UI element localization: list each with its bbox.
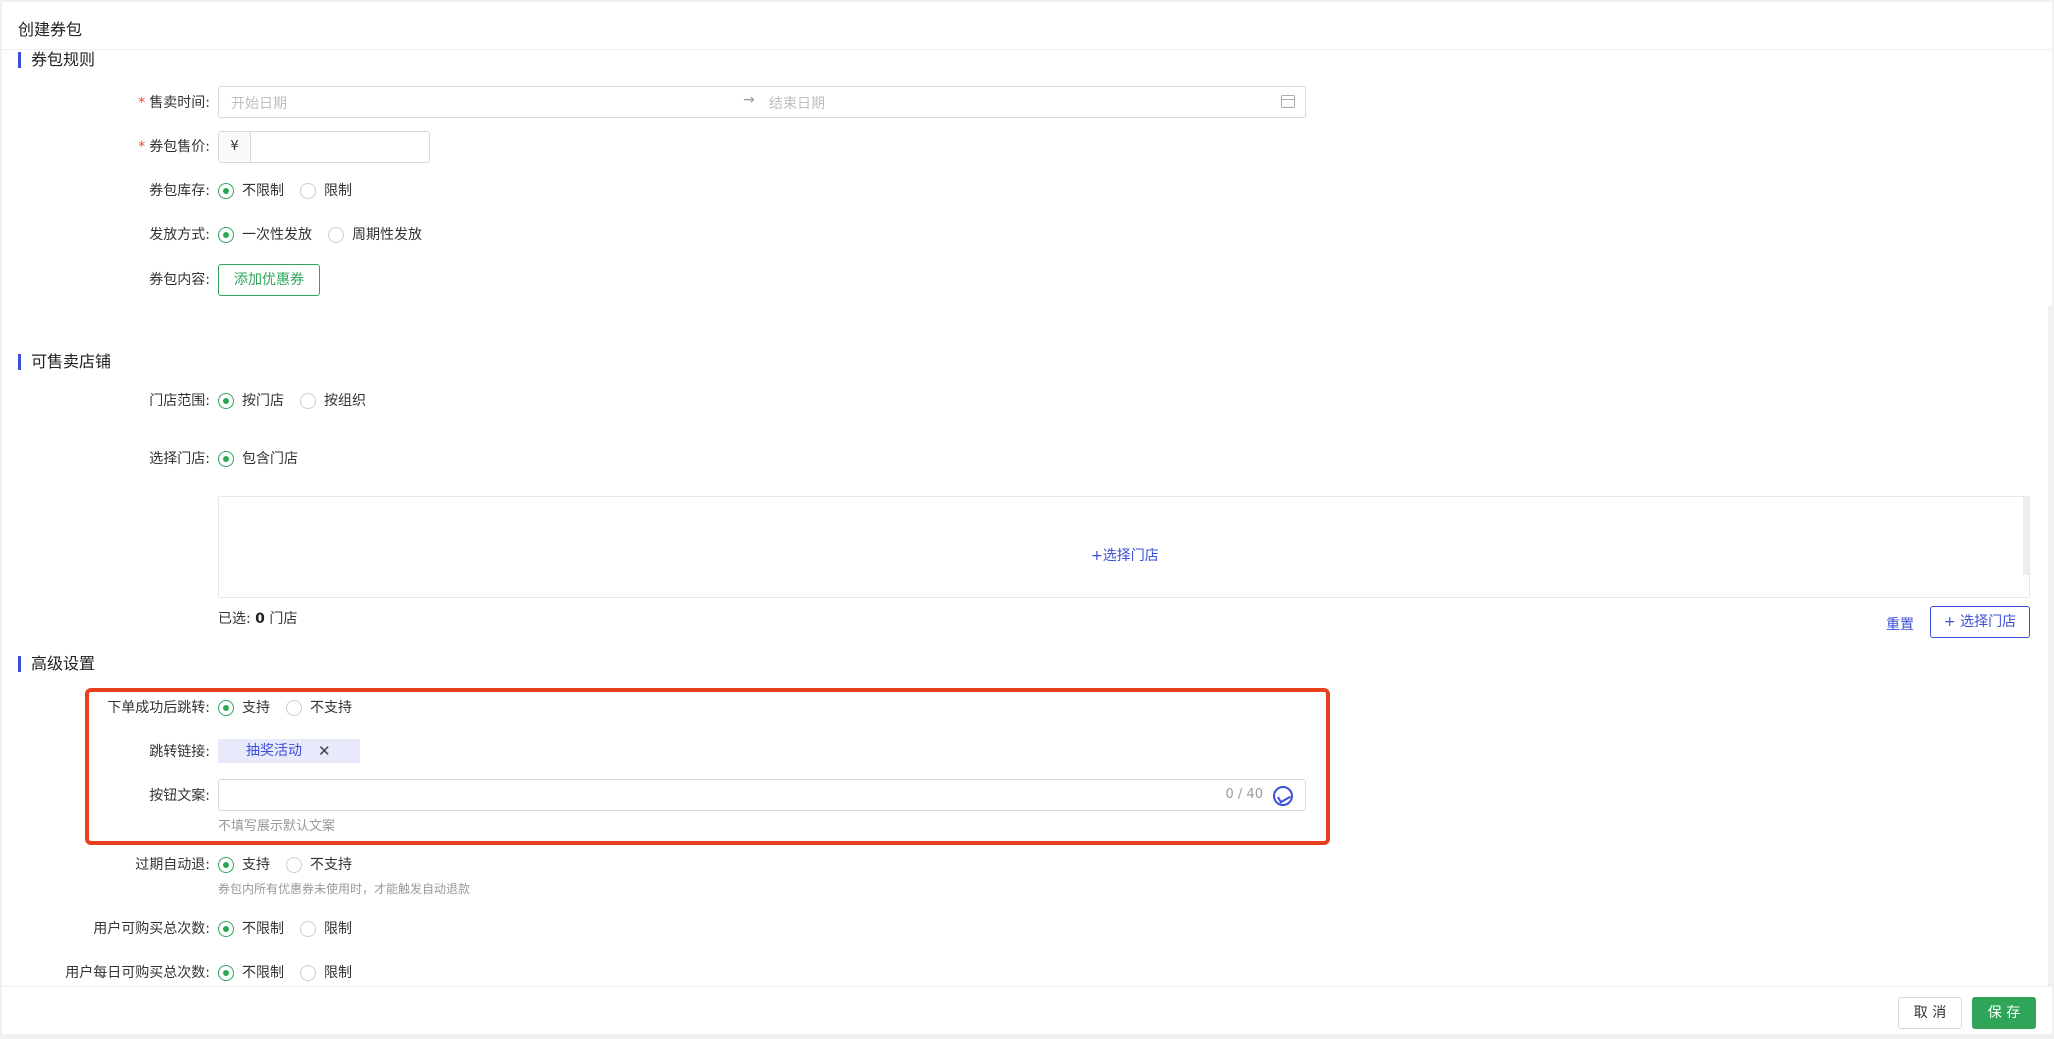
radio-unchecked-icon bbox=[300, 393, 316, 409]
page-title: 创建券包 bbox=[18, 20, 83, 39]
total-limit-label: 用户可购买总次数: bbox=[93, 921, 210, 937]
issue-radio-group: 一次性发放 周期性发放 bbox=[218, 225, 438, 245]
reset-link[interactable]: 重置 bbox=[1886, 614, 1914, 634]
radio-stock-unlimited[interactable]: 不限制 bbox=[218, 181, 284, 201]
store-select-box: +选择门店 bbox=[218, 496, 2030, 598]
add-coupon-button[interactable]: 添加优惠券 bbox=[218, 264, 320, 296]
auto-refund-label: 过期自动退: bbox=[135, 857, 210, 873]
radio-checked-icon bbox=[218, 700, 234, 716]
radio-by-store[interactable]: 按门店 bbox=[218, 391, 284, 411]
button-text-input[interactable]: 0 / 40 bbox=[218, 779, 1306, 811]
section-title-stores: 可售卖店铺 bbox=[18, 354, 111, 370]
select-store-label: 选择门店: bbox=[149, 451, 210, 467]
radio-checked-icon bbox=[218, 857, 234, 873]
jump-radio-group: 支持 不支持 bbox=[218, 698, 368, 718]
stock-radio-group: 不限制 限制 bbox=[218, 181, 368, 201]
jump-label: 下单成功后跳转: bbox=[107, 700, 210, 716]
store-scope-radio-group: 按门店 按组织 bbox=[218, 391, 382, 411]
jump-link-tag: 抽奖活动 ✕ bbox=[218, 739, 360, 763]
radio-refund-support[interactable]: 支持 bbox=[218, 855, 270, 875]
issue-label: 发放方式: bbox=[149, 227, 210, 243]
radio-checked-icon bbox=[218, 921, 234, 937]
radio-jump-support[interactable]: 支持 bbox=[218, 698, 270, 718]
page-scrollbar[interactable] bbox=[2048, 306, 2052, 986]
price-label: * 券包售价: bbox=[138, 139, 210, 155]
daily-limit-label: 用户每日可购买总次数: bbox=[65, 965, 210, 981]
store-box-scrollbar[interactable] bbox=[2023, 497, 2029, 575]
close-icon[interactable]: ✕ bbox=[318, 739, 331, 763]
button-text-hint: 不填写展示默认文案 bbox=[218, 819, 336, 834]
radio-unchecked-icon bbox=[286, 857, 302, 873]
radio-unchecked-icon bbox=[328, 227, 344, 243]
button-text-label: 按钮文案: bbox=[149, 788, 210, 804]
price-input[interactable] bbox=[252, 132, 428, 162]
auto-refund-hint: 券包内所有优惠券未使用时，才能触发自动退款 bbox=[218, 882, 471, 896]
footer-bar: 取 消 保 存 bbox=[2, 986, 2052, 1034]
sale-time-range-picker[interactable]: 开始日期 → 结束日期 bbox=[218, 86, 1306, 118]
total-limit-radio-group: 不限制 限制 bbox=[218, 919, 368, 939]
section-title-rules: 券包规则 bbox=[18, 52, 95, 68]
radio-unchecked-icon bbox=[300, 921, 316, 937]
radio-unchecked-icon bbox=[286, 700, 302, 716]
radio-issue-once[interactable]: 一次性发放 bbox=[218, 225, 312, 245]
select-store-radio-group: 包含门店 bbox=[218, 449, 314, 469]
header-bar: 创建券包 bbox=[2, 2, 2052, 50]
radio-stock-limited[interactable]: 限制 bbox=[300, 181, 352, 201]
select-store-link[interactable]: +选择门店 bbox=[1091, 545, 1159, 565]
cancel-button[interactable]: 取 消 bbox=[1898, 997, 1962, 1029]
radio-checked-icon bbox=[218, 227, 234, 243]
radio-checked-icon bbox=[218, 183, 234, 199]
radio-refund-unsupported[interactable]: 不支持 bbox=[286, 855, 352, 875]
arrow-right-icon: → bbox=[743, 92, 755, 108]
calendar-icon[interactable] bbox=[1281, 95, 1295, 108]
radio-checked-icon bbox=[218, 393, 234, 409]
char-counter: 0 / 40 bbox=[1225, 787, 1263, 802]
selected-store-count: 已选: 0 门店 bbox=[218, 611, 298, 627]
radio-checked-icon bbox=[218, 965, 234, 981]
stock-label: 券包库存: bbox=[149, 183, 210, 199]
radio-issue-periodic[interactable]: 周期性发放 bbox=[328, 225, 422, 245]
radio-checked-icon bbox=[218, 451, 234, 467]
page: 创建券包 券包规则 * 售卖时间: 开始日期 → 结束日期 * 券包售价: ¥ 券包… bbox=[2, 2, 2052, 1034]
currency-prefix: ¥ bbox=[219, 132, 251, 162]
save-button[interactable]: 保 存 bbox=[1972, 997, 2036, 1029]
select-store-button[interactable]: + 选择门店 bbox=[1930, 606, 2030, 638]
ai-assist-icon[interactable] bbox=[1273, 786, 1293, 806]
jump-link-tag-label: 抽奖活动 bbox=[246, 743, 302, 759]
radio-include-stores[interactable]: 包含门店 bbox=[218, 449, 298, 469]
radio-unchecked-icon bbox=[300, 183, 316, 199]
section-title-advanced: 高级设置 bbox=[18, 656, 95, 672]
end-date-placeholder[interactable]: 结束日期 bbox=[769, 93, 825, 113]
radio-unchecked-icon bbox=[300, 965, 316, 981]
radio-jump-unsupported[interactable]: 不支持 bbox=[286, 698, 352, 718]
price-field[interactable]: ¥ bbox=[218, 131, 430, 163]
radio-daily-unlimited[interactable]: 不限制 bbox=[218, 963, 284, 983]
radio-by-org[interactable]: 按组织 bbox=[300, 391, 366, 411]
radio-total-unlimited[interactable]: 不限制 bbox=[218, 919, 284, 939]
start-date-placeholder[interactable]: 开始日期 bbox=[231, 93, 287, 113]
auto-refund-radio-group: 支持 不支持 bbox=[218, 855, 368, 875]
content-label: 券包内容: bbox=[149, 272, 210, 288]
daily-limit-radio-group: 不限制 限制 bbox=[218, 963, 368, 983]
sale-time-label: * 售卖时间: bbox=[138, 95, 210, 111]
radio-daily-limited[interactable]: 限制 bbox=[300, 963, 352, 983]
store-scope-label: 门店范围: bbox=[149, 393, 210, 409]
jump-link-label: 跳转链接: bbox=[149, 744, 210, 760]
radio-total-limited[interactable]: 限制 bbox=[300, 919, 352, 939]
